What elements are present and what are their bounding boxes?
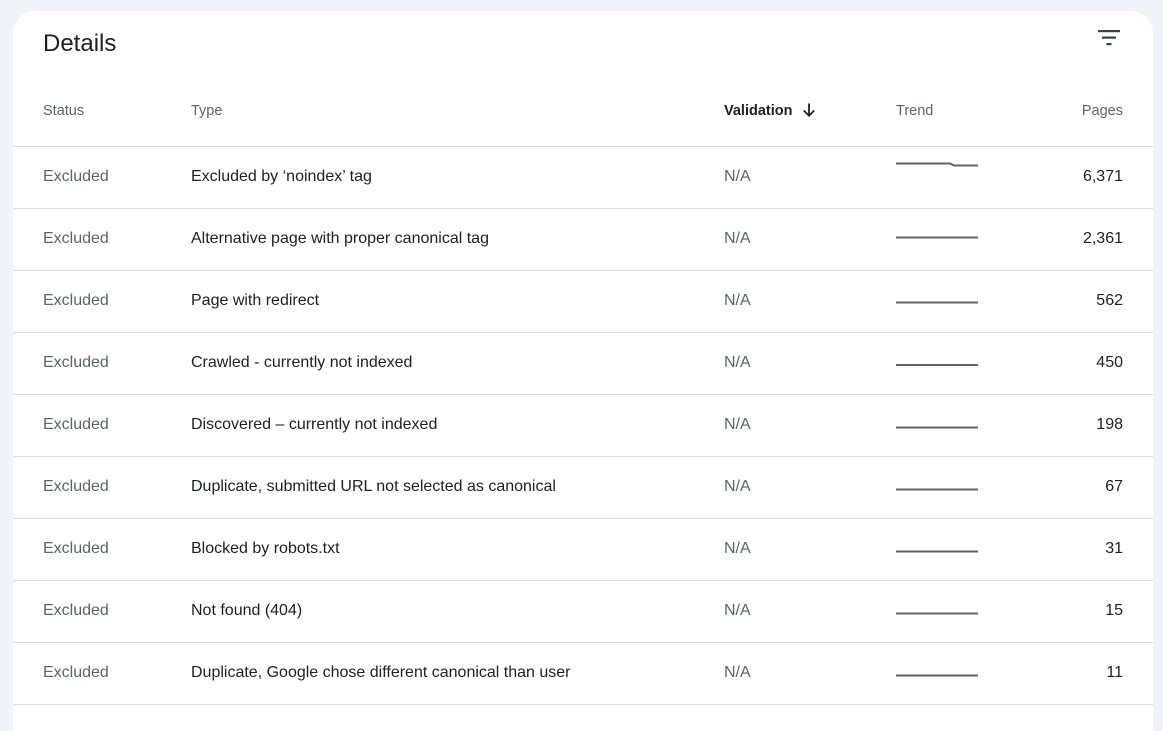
- row-validation: N/A: [724, 664, 751, 681]
- row-type: Excluded by ‘noindex’ tag: [191, 168, 372, 185]
- row-validation: N/A: [724, 540, 751, 557]
- row-status: Excluded: [43, 354, 109, 371]
- table-row[interactable]: Excluded Not found (404) N/A 15: [13, 581, 1153, 643]
- row-pages: 15: [1105, 602, 1123, 619]
- trend-sparkline: [896, 550, 978, 553]
- trend-sparkline: [896, 612, 978, 615]
- card-header: Details: [13, 11, 1153, 77]
- column-header-trend: Trend: [896, 103, 934, 119]
- row-status: Excluded: [43, 664, 109, 681]
- table-row[interactable]: Excluded Alternative page with proper ca…: [13, 209, 1153, 271]
- table-row[interactable]: Excluded Discovered – currently not inde…: [13, 395, 1153, 457]
- card-title: Details: [43, 30, 117, 57]
- trend-sparkline: [896, 162, 978, 167]
- row-validation: N/A: [724, 230, 751, 247]
- row-pages: 67: [1105, 478, 1123, 495]
- row-status: Excluded: [43, 602, 109, 619]
- table-row[interactable]: Excluded Duplicate, Google chose differe…: [13, 643, 1153, 705]
- row-pages: 31: [1105, 540, 1123, 557]
- row-type: Page with redirect: [191, 292, 320, 309]
- column-header-status[interactable]: Status: [43, 102, 84, 120]
- filter-list-icon: [1098, 30, 1120, 46]
- row-type: Duplicate, submitted URL not selected as…: [191, 478, 556, 495]
- table-row[interactable]: Excluded Page with redirect N/A 562: [13, 271, 1153, 333]
- row-status: Excluded: [43, 168, 109, 185]
- table-row[interactable]: Excluded Duplicate, submitted URL not se…: [13, 457, 1153, 519]
- row-status: Excluded: [43, 478, 109, 495]
- table-body: Excluded Excluded by ‘noindex’ tag N/A 6…: [13, 147, 1153, 705]
- row-validation: N/A: [724, 416, 751, 433]
- row-validation: N/A: [724, 354, 751, 371]
- row-validation: N/A: [724, 292, 751, 309]
- row-type: Not found (404): [191, 602, 303, 619]
- row-pages: 198: [1096, 416, 1123, 433]
- filter-button[interactable]: [1093, 25, 1127, 55]
- trend-sparkline: [896, 488, 978, 491]
- row-status: Excluded: [43, 416, 109, 433]
- row-pages: 6,371: [1082, 168, 1123, 185]
- row-type: Blocked by robots.txt: [191, 540, 340, 557]
- row-pages: 2,361: [1082, 230, 1123, 247]
- column-header-pages[interactable]: Pages: [1082, 102, 1123, 120]
- row-validation: N/A: [724, 602, 751, 619]
- details-card: Details Status Type Validation Trend Pag…: [13, 11, 1153, 731]
- table-row[interactable]: Excluded Crawled - currently not indexed…: [13, 333, 1153, 395]
- row-status: Excluded: [43, 540, 109, 557]
- row-type: Crawled - currently not indexed: [191, 354, 413, 371]
- row-status: Excluded: [43, 230, 109, 247]
- arrow-down-icon: [802, 103, 815, 117]
- trend-sparkline: [896, 674, 978, 677]
- table-header: Status Type Validation Trend Pages: [13, 77, 1153, 147]
- row-validation: N/A: [724, 478, 751, 495]
- table-row[interactable]: Excluded Blocked by robots.txt N/A 31: [13, 519, 1153, 581]
- trend-sparkline: [896, 364, 978, 366]
- column-header-type[interactable]: Type: [191, 102, 222, 120]
- trend-sparkline: [896, 236, 978, 239]
- table-row[interactable]: Excluded Excluded by ‘noindex’ tag N/A 6…: [13, 147, 1153, 209]
- row-pages: 11: [1106, 664, 1123, 681]
- row-pages: 450: [1096, 354, 1123, 371]
- column-header-validation-label: Validation: [724, 103, 793, 119]
- trend-sparkline: [896, 426, 978, 429]
- trend-sparkline: [896, 301, 978, 304]
- row-status: Excluded: [43, 292, 109, 309]
- row-type: Discovered – currently not indexed: [191, 416, 438, 433]
- row-pages: 562: [1096, 292, 1123, 309]
- row-type: Duplicate, Google chose different canoni…: [191, 664, 571, 681]
- column-header-validation[interactable]: Validation: [724, 102, 817, 120]
- row-type: Alternative page with proper canonical t…: [191, 230, 489, 247]
- row-validation: N/A: [724, 168, 751, 185]
